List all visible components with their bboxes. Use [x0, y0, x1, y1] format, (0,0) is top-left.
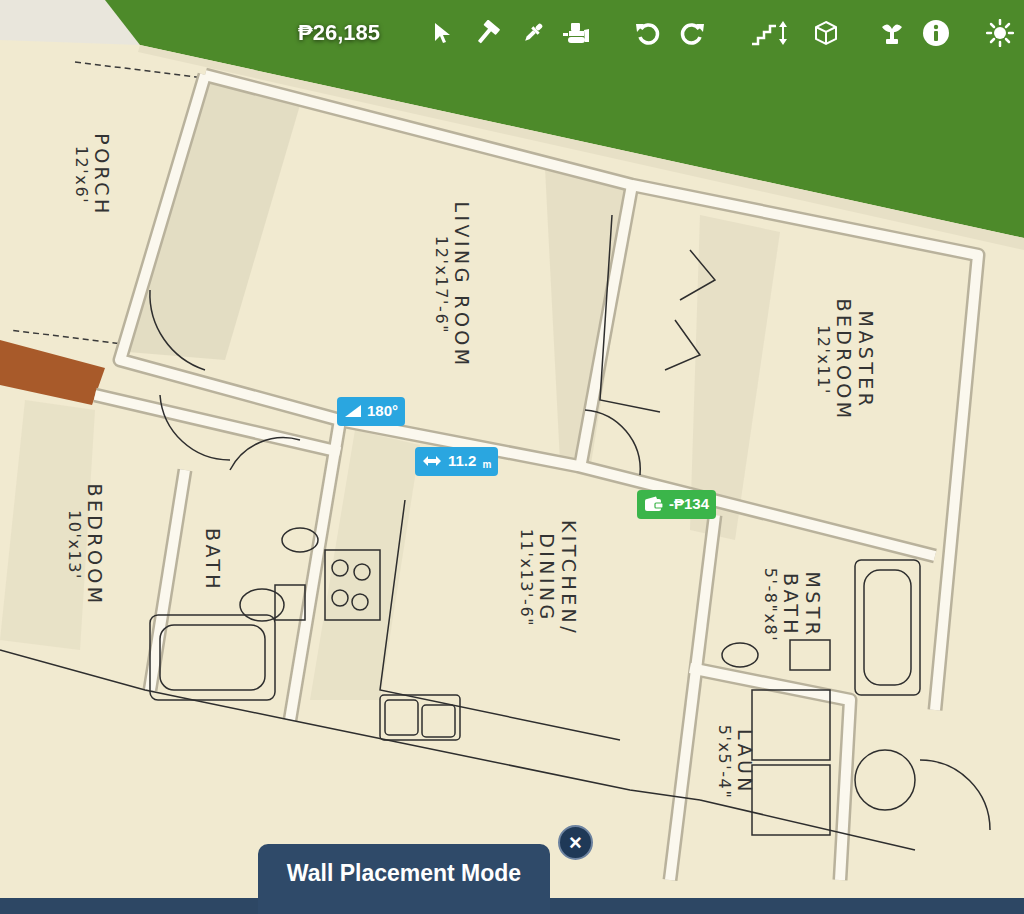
room-size: 5'-8"x8' [761, 568, 779, 643]
length-unit: m [482, 457, 491, 473]
room-labels: PORCH12'x6'LIVING ROOM12'x17'-6"MASTERBE… [0, 0, 1024, 914]
landscaping-icon[interactable] [878, 19, 906, 47]
room-size: 12'x6' [72, 146, 90, 204]
room-label: LIVING ROOM12'x17'-6" [432, 202, 472, 369]
floor-plan[interactable] [0, 0, 1024, 914]
room-label: BATH [201, 528, 223, 592]
room-size: 12'x17'-6" [432, 236, 450, 334]
room-name: KITCHEN/ [557, 520, 579, 636]
room-name: LIVING ROOM [450, 202, 472, 369]
room-label: PORCH12'x6' [72, 133, 112, 216]
hammer-icon[interactable] [474, 20, 500, 46]
angle-value: 180° [367, 400, 398, 423]
room-size: 11'x13'-6" [517, 529, 535, 627]
wall-cost-badge: -₱134 [637, 490, 716, 519]
double-arrow-icon [422, 455, 442, 467]
room-name: PORCH [90, 133, 112, 216]
select-cursor-icon[interactable] [430, 20, 456, 46]
room-size: 10'x13' [65, 510, 83, 580]
room-name: MASTER [854, 311, 876, 410]
undo-icon[interactable] [634, 20, 660, 46]
wall-angle-badge: 180° [337, 397, 405, 426]
close-glyph: × [569, 832, 582, 854]
room-name: DINING [535, 533, 557, 623]
room-name: BEDROOM [832, 298, 854, 421]
eyedropper-icon[interactable] [520, 20, 546, 46]
top-toolbar: ₱26,185 [298, 16, 1014, 49]
mode-panel: Wall Placement Mode [258, 844, 550, 914]
room-size: 12'x11' [814, 325, 832, 395]
game-viewport[interactable]: PORCH12'x6'LIVING ROOM12'x17'-6"MASTERBE… [0, 0, 1024, 914]
room-label: BEDROOM10'x13' [65, 483, 105, 606]
floor-level-stairs-icon[interactable] [750, 19, 790, 47]
info-icon[interactable] [922, 19, 950, 47]
close-mode-button[interactable]: × [558, 825, 593, 860]
slope-icon [344, 404, 362, 418]
room-size: 5'x5'-4" [715, 725, 733, 800]
room-label: KITCHEN/DINING11'x13'-6" [517, 520, 579, 636]
room-label: MASTERBEDROOM12'x11' [814, 298, 876, 421]
mode-label: Wall Placement Mode [287, 856, 521, 891]
3d-view-cube-icon[interactable] [812, 19, 840, 47]
cost-value: -₱134 [669, 493, 709, 516]
room-name: BEDROOM [83, 483, 105, 606]
room-label: LAUN5'x5'-4" [715, 725, 755, 800]
money-display: ₱26,185 [298, 16, 380, 49]
length-value: 11.2 [448, 450, 476, 473]
bulldozer-icon[interactable] [562, 20, 590, 46]
room-name: BATH [779, 573, 801, 637]
wall-length-badge: 11.2 m [415, 447, 498, 476]
room-label: MSTRBATH5'-8"x8' [761, 568, 823, 643]
redo-icon[interactable] [680, 20, 706, 46]
wallet-icon [644, 496, 664, 512]
room-name: BATH [201, 528, 223, 592]
room-name: LAUN [733, 729, 755, 795]
sun-lighting-icon[interactable] [986, 19, 1014, 47]
room-name: MSTR [801, 572, 823, 639]
